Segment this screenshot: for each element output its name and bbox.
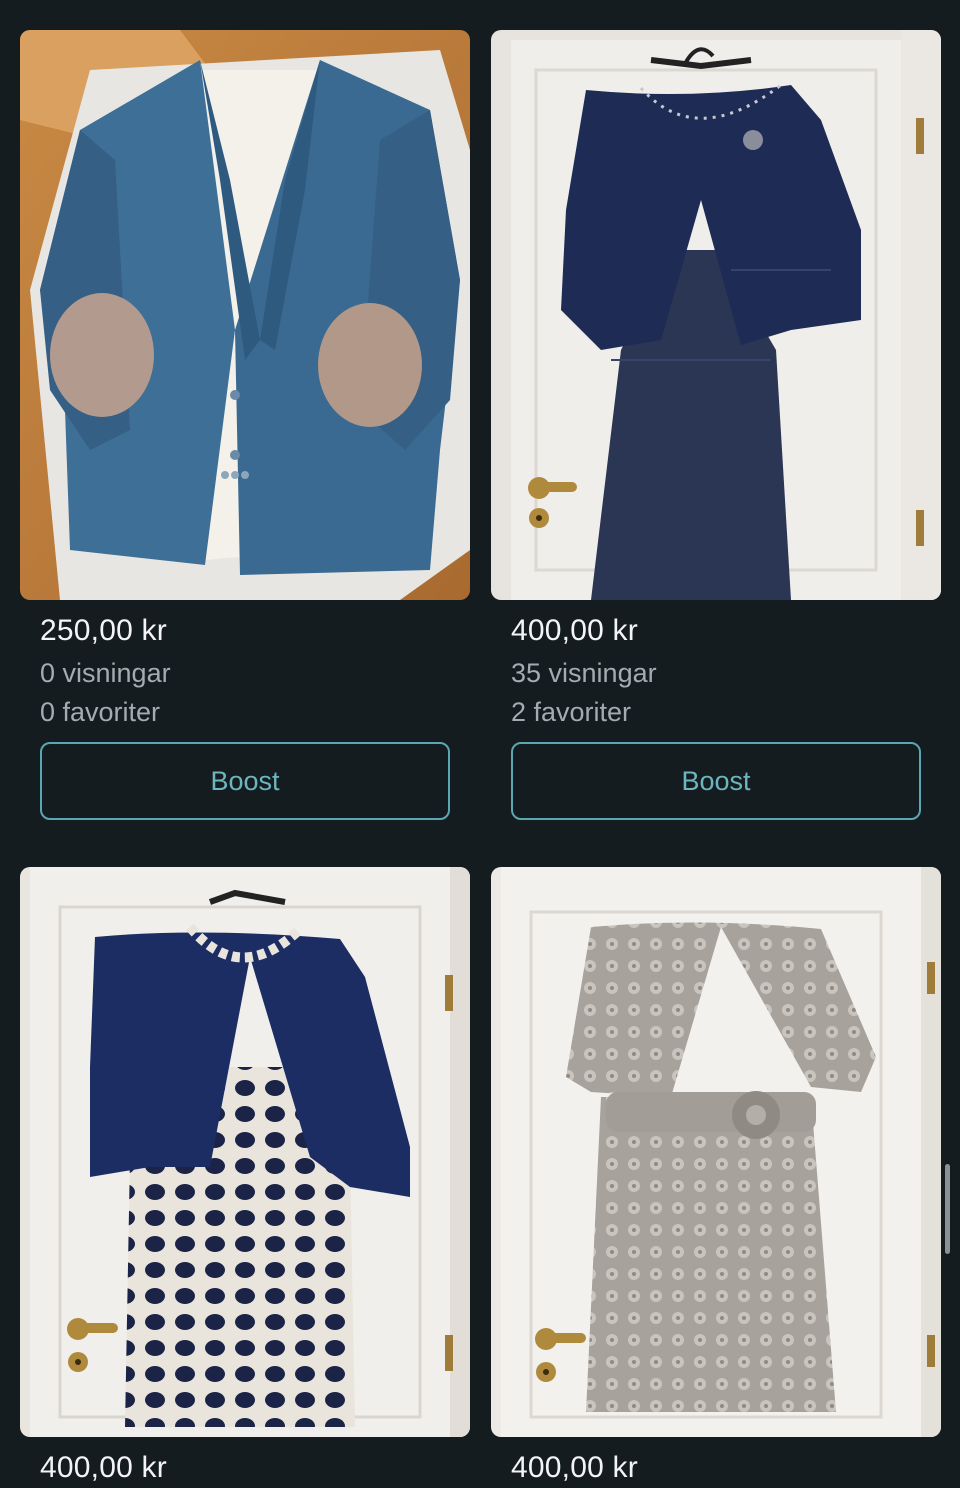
listing-price: 400,00 kr [511,1451,638,1484]
listings-grid: 250,00 kr 0 visningar 0 favoriter Boost [0,0,960,1488]
listing-favorites: 2 favoriter [511,697,632,727]
boost-button[interactable]: Boost [40,742,450,820]
listing-price: 250,00 kr [40,614,167,647]
listing-views: 35 visningar [511,658,657,688]
listing-photo-patterned-dress[interactable] [20,867,470,1437]
listing-price: 400,00 kr [40,1451,167,1484]
scrollbar-thumb[interactable] [945,1164,950,1254]
listing-photo-navy-lace-dress[interactable] [491,30,941,600]
listing-price: 400,00 kr [511,614,638,647]
listing-photo-grey-lace-dress[interactable] [491,867,941,1437]
listing-photo-blazer[interactable] [20,30,470,600]
boost-button[interactable]: Boost [511,742,921,820]
listing-views: 0 visningar [40,658,171,688]
listing-favorites: 0 favoriter [40,697,161,727]
